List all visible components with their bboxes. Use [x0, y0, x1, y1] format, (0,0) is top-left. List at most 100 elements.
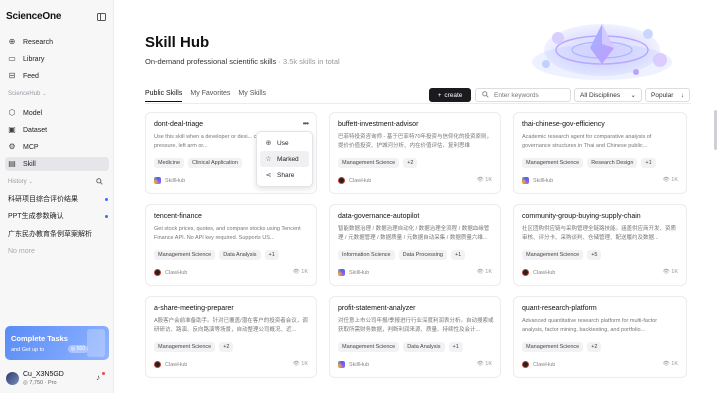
- plus-circle-icon: ⊕: [265, 140, 272, 147]
- page-title: Skill Hub: [145, 34, 210, 51]
- provider: ClawHub: [154, 269, 187, 276]
- history-search-icon[interactable]: [96, 178, 103, 187]
- skill-title: data-governance-autopilot: [338, 213, 420, 220]
- tag: +2: [219, 342, 234, 352]
- hero-illustration: [532, 24, 672, 80]
- tag-list: Management Science +5: [522, 250, 602, 260]
- view-count: 👁 1K: [476, 269, 492, 275]
- ticket-icon: [87, 329, 105, 357]
- nav-model[interactable]: ⬡ Model: [5, 106, 109, 120]
- bell-icon[interactable]: ♪: [96, 373, 100, 382]
- more-options-icon[interactable]: •••: [303, 119, 309, 128]
- tab-public-skills[interactable]: Public Skills: [145, 90, 183, 102]
- search-input[interactable]: [494, 91, 564, 99]
- tag-list: Information Science Data Processing +1: [338, 250, 466, 260]
- nav-library[interactable]: ▭ Library: [5, 52, 109, 66]
- sidebar: ScienceOne ⊕ Research ▭ Library ⊟ Feed S…: [0, 0, 114, 393]
- plus-circle-icon: ⊕: [8, 37, 16, 46]
- scrollbar[interactable]: [714, 110, 717, 150]
- nav-dataset[interactable]: ▣ Dataset: [5, 123, 109, 137]
- discipline-select[interactable]: All Disciplines ⌄: [574, 88, 642, 102]
- tag-list: Management Science +2: [522, 342, 602, 352]
- skill-card[interactable]: buffett-investment-advisor 巴菲特投资咨询师 - 基于…: [329, 112, 501, 194]
- view-count: 👁 1K: [662, 177, 678, 183]
- feed-icon: ⊟: [8, 71, 16, 80]
- section-sciencehub[interactable]: ScienceHub ⌄: [8, 91, 47, 97]
- tag: Data Analysis: [403, 342, 445, 352]
- plus-icon: +: [437, 91, 442, 99]
- dataset-icon: ▣: [8, 125, 16, 134]
- nav-research[interactable]: ⊕ Research: [5, 35, 109, 49]
- tab-my-skills[interactable]: My Skills: [238, 90, 266, 102]
- avatar[interactable]: [6, 372, 19, 385]
- skill-title: a-share-meeting-preparer: [154, 305, 234, 312]
- skill-description: Advanced quantitative research platform …: [522, 318, 658, 333]
- tag: Management Science: [522, 158, 584, 168]
- nav-mcp[interactable]: ⚙ MCP: [5, 140, 109, 154]
- menu-item-share[interactable]: ⋖ Share: [260, 167, 309, 183]
- chevron-down-icon: ⌄: [42, 91, 47, 97]
- menu-item-use[interactable]: ⊕ Use: [260, 135, 309, 151]
- tab-my-favorites[interactable]: My Favorites: [190, 90, 230, 102]
- promo-subtitle: and Get up to: [11, 347, 45, 353]
- sort-select[interactable]: Popular ↓: [645, 88, 690, 102]
- clawhub-logo-icon: [522, 361, 529, 368]
- skill-title: community-group-buying-supply-chain: [522, 213, 641, 220]
- view-count: 👁 1K: [476, 177, 492, 183]
- tag: Management Science: [338, 158, 400, 168]
- skill-title: thai-chinese-gov-efficiency: [522, 121, 605, 128]
- provider: SkillHub: [154, 177, 185, 184]
- skill-title: profit-statement-analyzer: [338, 305, 416, 312]
- provider: SkillHub: [522, 177, 553, 184]
- clawhub-logo-icon: [522, 269, 529, 276]
- history-item[interactable]: 科研项目综合评价结果: [8, 193, 108, 205]
- promo-banner[interactable]: Complete Tasks and Get up to ◎ 500: [5, 326, 109, 360]
- cube-icon: ⬡: [8, 108, 16, 117]
- clawhub-logo-icon: [154, 361, 161, 368]
- skill-card[interactable]: thai-chinese-gov-efficiency Academic res…: [513, 112, 687, 194]
- tag: Data Analysis: [219, 250, 261, 260]
- skill-card[interactable]: community-group-buying-supply-chain 社区团购…: [513, 204, 687, 286]
- history-item[interactable]: 广东民办教育条例草案解析: [8, 228, 108, 240]
- nav-skill[interactable]: ▤ Skill: [5, 157, 109, 171]
- skillhub-logo-icon: [338, 361, 345, 368]
- promo-reward: ◎ 500: [68, 345, 89, 353]
- app-logo[interactable]: ScienceOne: [6, 11, 61, 22]
- skillhub-logo-icon: [338, 269, 345, 276]
- tag: +1: [264, 250, 279, 260]
- nav-label: Skill: [23, 160, 36, 168]
- skill-card[interactable]: a-share-meeting-preparer A股客户会前准备助手。针对已覆…: [145, 296, 317, 378]
- tag: Medicine: [154, 158, 185, 168]
- view-count: 👁 1K: [662, 269, 678, 275]
- tag: Management Science: [154, 250, 216, 260]
- create-button[interactable]: + create: [429, 88, 471, 102]
- skill-card[interactable]: data-governance-autopilot 智能数据治理 / 数据治理自…: [329, 204, 501, 286]
- skill-card[interactable]: quant-research-platform Advanced quantit…: [513, 296, 687, 378]
- view-count: 👁 1K: [292, 269, 308, 275]
- skill-description: 社区团购供应链与采购管理全链路技能。涵盖供应商开发、资质审核、评分卡、采购谈判、…: [522, 226, 677, 241]
- skill-description: Academic research agent for comparative …: [522, 134, 652, 149]
- skill-card[interactable]: profit-statement-analyzer 对任意上市公司年报/季报进行…: [329, 296, 501, 378]
- provider: SkillHub: [338, 269, 369, 276]
- sidebar-collapse-icon[interactable]: [97, 13, 106, 21]
- user-profile[interactable]: Cu_X3N5GD ◎ 7,750 · Pro ♪: [6, 371, 108, 387]
- history-item[interactable]: PPT生成参数确认: [8, 210, 108, 222]
- skillhub-logo-icon: [154, 177, 161, 184]
- tag: Management Science: [338, 342, 400, 352]
- menu-item-marked[interactable]: ☆ Marked: [260, 151, 309, 167]
- nav-feed[interactable]: ⊟ Feed: [5, 69, 109, 83]
- tag: Management Science: [522, 250, 584, 260]
- tag-list: Management Science +2: [338, 158, 418, 168]
- tag: Research Design: [587, 158, 638, 168]
- provider: ClawHub: [522, 269, 555, 276]
- user-stats: ◎ 7,750 · Pro: [23, 380, 57, 386]
- tab-bar: Public Skills My Favorites My Skills: [145, 90, 266, 102]
- skill-icon: ▤: [8, 159, 16, 168]
- tag-list: Management Science Data Analysis +1: [338, 342, 463, 352]
- skill-card[interactable]: tencent-finance Get stock prices, quotes…: [145, 204, 317, 286]
- skill-description: Get stock prices, quotes, and compare st…: [154, 226, 301, 241]
- section-history[interactable]: History ⌄: [8, 179, 33, 185]
- nav-label: Feed: [23, 72, 39, 80]
- tag-list: Medicine Clinical Application: [154, 158, 242, 168]
- search-box[interactable]: [475, 88, 571, 102]
